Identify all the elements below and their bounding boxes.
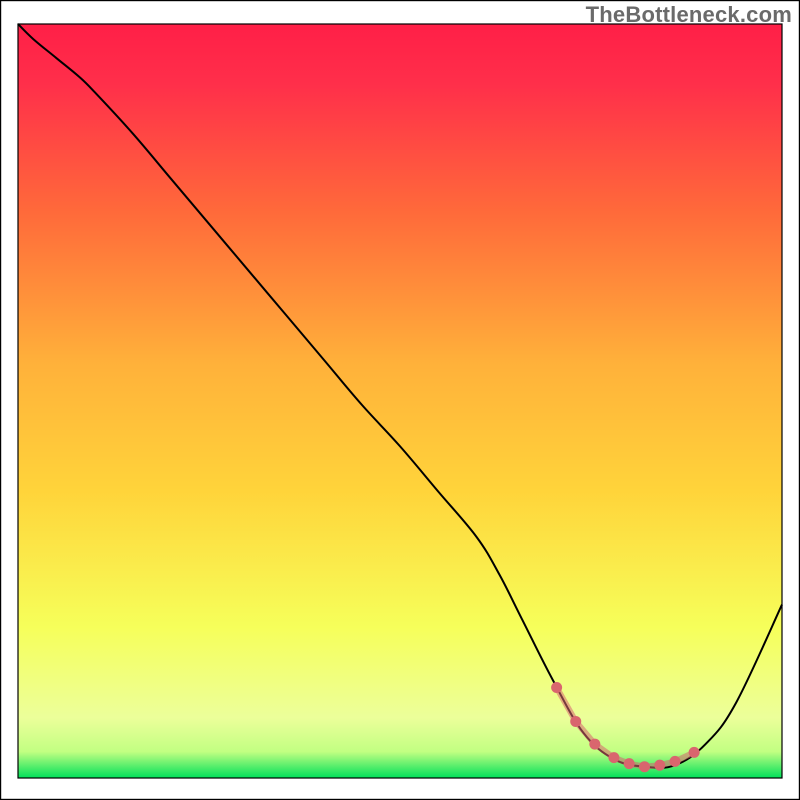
valley-dot bbox=[570, 716, 581, 727]
valley-dot bbox=[670, 756, 681, 767]
watermark-text: TheBottleneck.com bbox=[586, 2, 792, 28]
bottleneck-curve-path bbox=[18, 24, 782, 768]
valley-dot bbox=[639, 761, 650, 772]
curve-layer bbox=[0, 0, 800, 800]
optimal-valley-dots bbox=[551, 682, 700, 772]
chart-stage: TheBottleneck.com bbox=[0, 0, 800, 800]
valley-dot bbox=[608, 752, 619, 763]
valley-dot bbox=[689, 747, 700, 758]
valley-dot bbox=[654, 760, 665, 771]
valley-segment bbox=[557, 688, 576, 722]
valley-dot bbox=[551, 682, 562, 693]
valley-dot bbox=[624, 758, 635, 769]
valley-dot bbox=[589, 739, 600, 750]
